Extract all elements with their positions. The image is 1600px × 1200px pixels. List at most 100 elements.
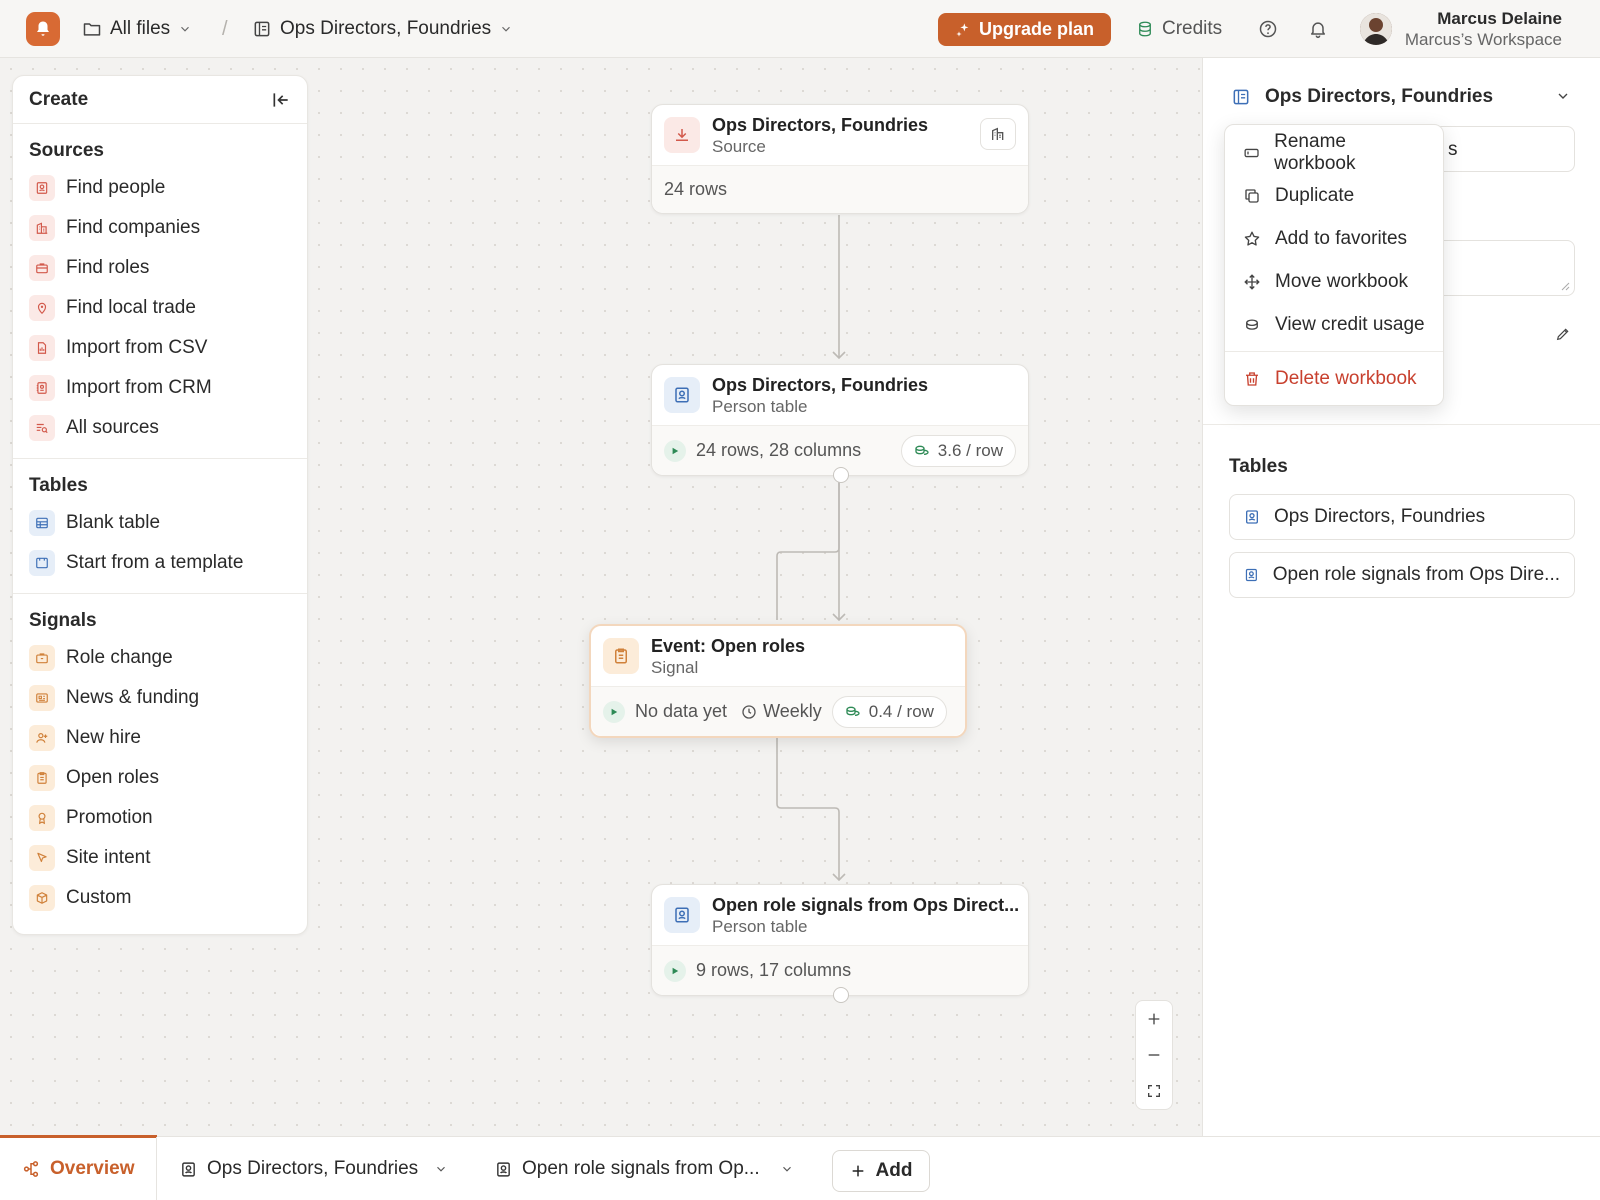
find-roles-item[interactable]: Find roles <box>13 248 307 288</box>
run-play-icon[interactable] <box>603 700 625 723</box>
clipboard-icon <box>603 638 639 674</box>
resize-handle-icon[interactable] <box>1560 281 1570 291</box>
source-node-type: Source <box>712 137 766 156</box>
add-tab-button[interactable]: Add <box>832 1150 930 1192</box>
user-avatar[interactable] <box>1360 13 1392 45</box>
signals-title: Signals <box>29 610 97 631</box>
person-card-icon <box>1245 568 1257 582</box>
award-icon <box>29 805 55 831</box>
chevron-down-icon[interactable] <box>1555 88 1571 104</box>
signal-node-frequency: Weekly <box>763 701 822 721</box>
import-crm-item[interactable]: Import from CRM <box>13 368 307 408</box>
clock-icon <box>742 704 756 719</box>
person-node-title: Ops Directors, Foundries <box>712 375 929 395</box>
run-play-icon[interactable] <box>664 959 686 982</box>
source-node-rows: 24 rows <box>664 179 728 199</box>
help-icon[interactable] <box>1257 18 1279 40</box>
import-csv-item[interactable]: Import from CSV <box>13 328 307 368</box>
start-template-item[interactable]: Start from a template <box>13 543 307 583</box>
find-companies-item[interactable]: Find companies <box>13 208 307 248</box>
move-workbook-item[interactable]: Move workbook <box>1225 260 1443 303</box>
table-link-label: Open role signals from Ops Dire... <box>1272 564 1560 585</box>
rename-label: Rename workbook <box>1274 130 1356 174</box>
open-roles-label: Open roles <box>66 767 159 788</box>
table-link-ops-directors[interactable]: Ops Directors, Foundries <box>1229 494 1575 540</box>
signal-node[interactable]: Event: Open roles Signal No data yet Wee… <box>589 624 967 738</box>
map-pin-icon <box>29 295 55 321</box>
new-hire-item[interactable]: New hire <box>13 718 307 758</box>
download-icon <box>664 117 700 153</box>
building-icon <box>29 215 55 241</box>
person-table-node[interactable]: Ops Directors, Foundries Person table 24… <box>651 364 1029 483</box>
find-roles-label: Find roles <box>66 257 150 278</box>
panel-header[interactable]: Ops Directors, Foundries <box>1231 86 1493 108</box>
custom-item[interactable]: Custom <box>13 878 307 918</box>
zoom-in-icon[interactable] <box>1136 1001 1172 1037</box>
duplicate-item[interactable]: Duplicate <box>1225 174 1443 217</box>
collapse-panel-icon[interactable] <box>271 90 291 110</box>
site-intent-item[interactable]: Site intent <box>13 838 307 878</box>
promotion-item[interactable]: Promotion <box>13 798 307 838</box>
add-to-favorites-item[interactable]: Add to favorites <box>1225 217 1443 260</box>
coins-icon <box>846 706 860 716</box>
briefcase-change-icon <box>29 645 55 671</box>
run-play-icon[interactable] <box>664 439 686 462</box>
result-table-node[interactable]: Open role signals from Ops Direct... Per… <box>651 884 1029 1003</box>
bottom-tab-bar: Overview Ops Directors, Foundries Open r… <box>0 1135 1600 1200</box>
fit-view-icon[interactable] <box>1136 1073 1172 1109</box>
edit-pencil-icon[interactable] <box>1555 326 1571 342</box>
start-template-label: Start from a template <box>66 552 244 573</box>
result-node-title: Open role signals from Ops Direct... <box>712 895 1020 915</box>
signal-credit-pill: 0.4 / row <box>831 695 947 728</box>
find-people-item[interactable]: Find people <box>13 168 307 208</box>
add-label: Add <box>875 1160 913 1181</box>
chevron-down-icon[interactable] <box>780 1162 794 1176</box>
all-sources-label: All sources <box>66 417 159 438</box>
new-hire-label: New hire <box>66 727 141 748</box>
briefcase-icon <box>29 255 55 281</box>
user-plus-icon <box>29 725 55 751</box>
copy-icon <box>1245 188 1259 203</box>
plus-icon <box>852 1165 863 1177</box>
output-port[interactable] <box>833 467 849 483</box>
delete-workbook-item[interactable]: Delete workbook <box>1225 357 1443 400</box>
import-crm-label: Import from CRM <box>66 377 212 398</box>
person-card-icon <box>664 377 700 413</box>
tab-overview-label: Overview <box>50 1158 135 1179</box>
find-companies-label: Find companies <box>66 217 201 238</box>
person-node-stats: 24 rows, 28 columns <box>696 440 862 460</box>
view-credit-usage-item[interactable]: View credit usage <box>1225 303 1443 346</box>
promotion-label: Promotion <box>66 807 153 828</box>
rename-workbook-item[interactable]: Rename workbook <box>1225 131 1443 174</box>
menu-divider <box>1225 351 1443 352</box>
person-card-icon <box>182 1161 195 1177</box>
all-sources-item[interactable]: All sources <box>13 408 307 448</box>
blank-table-item[interactable]: Blank table <box>13 503 307 543</box>
crm-contact-icon <box>29 375 55 401</box>
output-port[interactable] <box>833 987 849 1003</box>
source-node[interactable]: Ops Directors, Foundries Source 24 rows <box>651 104 1029 214</box>
table-link-open-role-signals[interactable]: Open role signals from Ops Dire... <box>1229 552 1575 598</box>
person-card-icon <box>664 897 700 933</box>
find-local-trade-item[interactable]: Find local trade <box>13 288 307 328</box>
panel-divider <box>1203 424 1600 425</box>
user-name: Marcus Delaine <box>1437 9 1562 28</box>
notifications-bell-icon[interactable] <box>1307 18 1329 40</box>
news-funding-item[interactable]: News & funding <box>13 678 307 718</box>
signal-node-type: Signal <box>651 658 699 677</box>
chevron-down-icon[interactable] <box>434 1162 448 1176</box>
clipboard-icon <box>29 765 55 791</box>
tab-overview[interactable]: Overview <box>22 1137 135 1200</box>
favorites-label: Add to favorites <box>1275 227 1408 249</box>
role-change-item[interactable]: Role change <box>13 638 307 678</box>
open-roles-item[interactable]: Open roles <box>13 758 307 798</box>
blank-table-label: Blank table <box>66 512 161 533</box>
list-search-icon <box>29 415 55 441</box>
find-people-label: Find people <box>66 177 166 198</box>
template-icon <box>29 550 55 576</box>
tab-ops-directors[interactable]: Ops Directors, Foundries <box>180 1137 448 1200</box>
source-company-button[interactable] <box>980 118 1016 150</box>
person-card-icon <box>497 1161 510 1177</box>
zoom-out-icon[interactable] <box>1136 1037 1172 1073</box>
tab-open-role-signals[interactable]: Open role signals from Op... <box>495 1137 794 1200</box>
